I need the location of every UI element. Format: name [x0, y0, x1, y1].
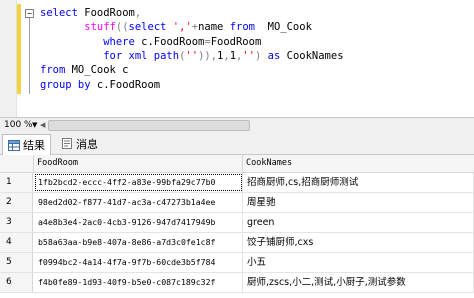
cell-cooknames[interactable]: 周星驰: [243, 193, 474, 212]
table-row[interactable]: 2 98ed2d02-f877-41d7-ac3a-c47273b1a4ee 周星驰: [0, 193, 474, 213]
code-token: CookNames: [286, 49, 344, 62]
fold-region-line: [29, 18, 30, 94]
code-line[interactable]: for xml path('')),1,1,'') as CookNames: [40, 49, 344, 63]
scroll-left-arrow-icon[interactable]: ◀: [40, 118, 45, 132]
query-editor[interactable]: − select FoodRoom, stuff((select ','+nam…: [0, 0, 474, 117]
code-token: '': [242, 49, 255, 62]
code-line[interactable]: where c.FoodRoom=FoodRoom: [40, 35, 261, 49]
cell-cooknames[interactable]: 厨师,zscs,小二,测试,小厨子,测试参数: [243, 273, 474, 292]
cell-foodroom[interactable]: f0994bc2-4a14-4f7a-9f7b-60cde3b5f784: [34, 253, 243, 272]
code-token: MO_Cook c: [71, 64, 129, 77]
messages-icon: [62, 138, 72, 149]
horizontal-scrollbar-thumb[interactable]: [48, 120, 250, 131]
cell-foodroom[interactable]: f4b0fe89-1d93-40f9-b5e0-c087c189c32f: [34, 273, 243, 292]
cell-cooknames[interactable]: 小五: [243, 253, 474, 272]
row-number[interactable]: 5: [0, 253, 33, 272]
table-row[interactable]: 1 1fb2bcd2-eccc-4ff2-a83e-99bfa29c77b0 招商厨…: [0, 173, 474, 193]
changed-lines-indicator: [17, 4, 21, 94]
code-line[interactable]: group by c.FoodRoom: [40, 78, 160, 92]
results-tabbar: 结果 消息: [0, 132, 474, 155]
code-line[interactable]: stuff((select ','+name from MO_Cook: [40, 20, 312, 34]
cell-foodroom[interactable]: 98ed2d02-f877-41d7-ac3a-c47273b1a4ee: [34, 193, 243, 212]
code-token: '': [185, 49, 199, 62]
cell-foodroom[interactable]: 1fb2bcd2-eccc-4ff2-a83e-99bfa29c77b0: [34, 173, 243, 192]
collapse-region-icon[interactable]: −: [25, 9, 34, 18]
code-token: ,: [134, 7, 142, 19]
code-line[interactable]: from MO_Cook c: [40, 63, 129, 77]
grid-results-icon: [8, 139, 20, 151]
row-number[interactable]: 4: [0, 233, 33, 252]
cell-foodroom[interactable]: a4e8b3e4-2ac0-4cb3-9126-947d7417949b: [34, 213, 243, 232]
code-token: stuff: [84, 21, 116, 34]
cell-foodroom[interactable]: b58a63aa-b9e8-407a-8e86-a7d3c0fe1c8f: [34, 233, 243, 252]
code-token: from: [229, 21, 268, 34]
code-token: ',': [172, 21, 192, 34]
tab-results-label: 结果: [23, 139, 45, 152]
code-token: FoodRoom: [210, 35, 262, 48]
code-token: ((: [115, 21, 129, 34]
code-token: group by: [40, 78, 97, 91]
cell-cooknames[interactable]: 招商厨师,cs,招商厨师测试: [243, 173, 474, 192]
code-token: from: [40, 64, 72, 77]
code-line[interactable]: select FoodRoom,: [40, 6, 141, 20]
row-number[interactable]: 2: [0, 193, 33, 212]
zoom-level[interactable]: 100 %: [4, 118, 33, 132]
code-token: c.FoodRoom: [96, 78, 161, 91]
code-token: select: [128, 21, 173, 34]
code-token: )),: [198, 49, 218, 62]
grid-header: FoodRoom CookNames: [0, 155, 474, 173]
code-token: c.FoodRoom: [141, 35, 205, 48]
results-grid[interactable]: FoodRoom CookNames 1 1fb2bcd2-eccc-4ff2-a…: [0, 155, 474, 298]
tab-messages-label: 消息: [76, 137, 98, 151]
grid-corner-cell[interactable]: [0, 155, 34, 172]
code-token: ): [255, 49, 268, 62]
column-header-cooknames[interactable]: CookNames: [243, 155, 474, 172]
tab-results[interactable]: 结果: [2, 134, 51, 155]
cell-cooknames[interactable]: green: [243, 213, 474, 232]
code-token: as: [267, 49, 287, 62]
zoom-dropdown-chevron-icon[interactable]: ▼: [32, 118, 37, 132]
column-header-foodroom[interactable]: FoodRoom: [34, 155, 243, 172]
table-row[interactable]: 6 f4b0fe89-1d93-40f9-b5e0-c087c189c32f 厨师,…: [0, 273, 474, 293]
tab-messages[interactable]: 消息: [56, 134, 103, 153]
code-token: name: [198, 21, 230, 34]
code-token: FoodRoom: [84, 7, 135, 19]
table-row[interactable]: 5 f0994bc2-4a14-4f7a-9f7b-60cde3b5f784 小五: [0, 253, 474, 273]
editor-status-bar: 100 % ▼ ◀: [0, 117, 474, 133]
code-token: where: [103, 35, 142, 48]
cell-cooknames[interactable]: 饺子铺厨师,cxs: [243, 233, 474, 252]
code-token: select: [40, 7, 85, 19]
code-token: MO_Cook: [267, 21, 312, 34]
table-row[interactable]: 3 a4e8b3e4-2ac0-4cb3-9126-947d7417949b gre…: [0, 213, 474, 233]
row-number[interactable]: 3: [0, 213, 33, 232]
code-token: for xml path: [103, 49, 180, 62]
row-number[interactable]: 6: [0, 273, 33, 292]
table-row[interactable]: 4 b58a63aa-b9e8-407a-8e86-a7d3c0fe1c8f 饺子铺…: [0, 233, 474, 253]
row-number[interactable]: 1: [0, 173, 33, 192]
editor-gutter: [0, 0, 17, 117]
